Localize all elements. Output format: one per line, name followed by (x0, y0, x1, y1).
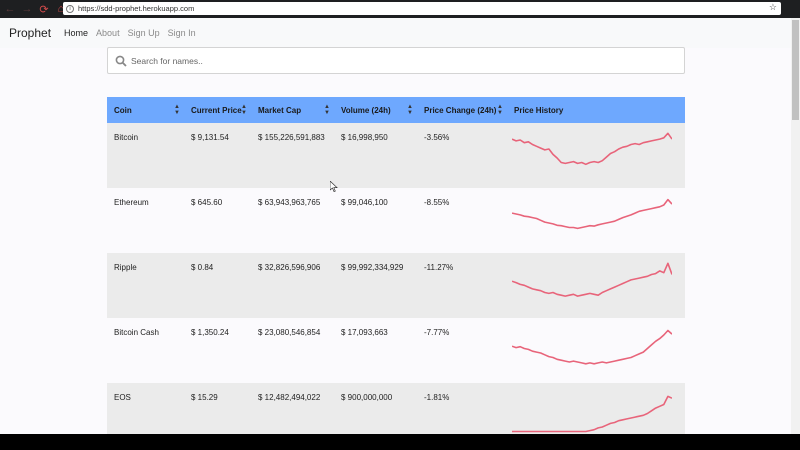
sparkline-path (512, 262, 672, 297)
current-price: $ 645.60 (191, 198, 223, 207)
header-price-change[interactable]: Price Change (24h) ▲ ▼ (417, 97, 507, 123)
table-row[interactable]: Ripple $ 0.84 $ 32,826,596,906 $ 99,992,… (107, 253, 685, 318)
taskbar (0, 434, 800, 450)
table-row[interactable]: Bitcoin $ 9,131.54 $ 155,226,591,883 $ 1… (107, 123, 685, 188)
table-row[interactable]: EOS $ 15.29 $ 12,482,494,022 $ 900,000,0… (107, 383, 685, 434)
header-label: Market Cap (258, 105, 302, 115)
header-volume[interactable]: Volume (24h) ▲ ▼ (334, 97, 417, 123)
search-box (107, 47, 685, 74)
nav-home[interactable]: Home (64, 28, 88, 38)
header-current-price[interactable]: Current Price ▲ ▼ (184, 97, 251, 123)
sort-icon[interactable]: ▲ ▼ (497, 104, 503, 116)
bookmark-star-icon[interactable]: ☆ (769, 2, 777, 13)
header-label: Current Price (191, 105, 242, 115)
header-market-cap[interactable]: Market Cap ▲ ▼ (251, 97, 334, 123)
coin-name: Bitcoin Cash (114, 328, 159, 337)
nav-sign-up[interactable]: Sign Up (128, 28, 160, 38)
page-viewport: Prophet Home About Sign Up Sign In Coin ▲… (0, 18, 791, 434)
navbar: Prophet Home About Sign Up Sign In (0, 18, 791, 48)
price-change: -8.55% (424, 198, 450, 207)
table-row[interactable]: Ethereum $ 645.60 $ 63,943,963,765 $ 99,… (107, 188, 685, 253)
current-price: $ 1,350.24 (191, 328, 229, 337)
header-label: Volume (24h) (341, 105, 391, 115)
search-input[interactable] (131, 55, 631, 66)
volume: $ 99,046,100 (341, 198, 388, 207)
table-row[interactable]: Bitcoin Cash $ 1,350.24 $ 23,080,546,854… (107, 318, 685, 383)
info-icon[interactable]: i (66, 4, 74, 13)
header-label: Price History (514, 105, 564, 115)
price-history-sparkline (512, 395, 672, 433)
table-header: Coin ▲ ▼ Current Price ▲ ▼ Market Cap ▲ ▼ Volu… (107, 97, 685, 123)
price-history-sparkline (512, 132, 672, 166)
coin-name: Bitcoin (114, 133, 139, 142)
url-text: https://sdd-prophet.herokuapp.com (78, 4, 195, 13)
scrollbar-thumb[interactable] (792, 20, 799, 120)
coin-name: Ripple (114, 263, 137, 272)
sort-icon[interactable]: ▲ ▼ (324, 104, 330, 116)
current-price: $ 9,131.54 (191, 133, 229, 142)
volume: $ 17,093,663 (341, 328, 388, 337)
sparkline-path (512, 329, 672, 365)
market-cap: $ 12,482,494,022 (258, 393, 321, 402)
market-cap: $ 23,080,546,854 (258, 328, 321, 337)
coin-name: EOS (114, 393, 131, 402)
back-icon[interactable]: ← (3, 2, 17, 16)
price-history-sparkline (512, 329, 672, 365)
market-cap: $ 32,826,596,906 (258, 263, 321, 272)
nav-about[interactable]: About (96, 28, 120, 38)
sparkline-path (512, 132, 672, 166)
page-scrollbar[interactable] (791, 18, 800, 434)
sort-icon[interactable]: ▲ ▼ (407, 104, 413, 116)
browser-toolbar: ← → ⟳ ⌂ i https://sdd-prophet.herokuapp.… (0, 0, 800, 18)
price-change: -1.81% (424, 393, 450, 402)
search-icon (111, 55, 131, 67)
volume: $ 16,998,950 (341, 133, 388, 142)
price-change: -7.77% (424, 328, 450, 337)
header-label: Price Change (24h) (424, 105, 497, 115)
header-coin[interactable]: Coin ▲ ▼ (107, 97, 184, 123)
coin-table: Coin ▲ ▼ Current Price ▲ ▼ Market Cap ▲ ▼ Volu… (107, 97, 685, 434)
current-price: $ 0.84 (191, 263, 214, 272)
price-change: -11.27% (424, 263, 454, 272)
sparkline-path (512, 395, 672, 433)
sort-icon[interactable]: ▲ ▼ (241, 104, 247, 116)
forward-icon[interactable]: → (20, 2, 34, 16)
coin-name: Ethereum (114, 198, 149, 207)
price-history-sparkline (512, 262, 672, 297)
market-cap: $ 155,226,591,883 (258, 133, 325, 142)
address-bar[interactable]: i https://sdd-prophet.herokuapp.com ☆ (63, 2, 781, 15)
market-cap: $ 63,943,963,765 (258, 198, 321, 207)
current-price: $ 15.29 (191, 393, 218, 402)
header-label: Coin (114, 105, 132, 115)
nav-sign-in[interactable]: Sign In (168, 28, 196, 38)
brand-logo[interactable]: Prophet (9, 26, 51, 40)
sort-icon[interactable]: ▲ ▼ (174, 104, 180, 116)
price-change: -3.56% (424, 133, 450, 142)
header-price-history: Price History (507, 97, 685, 123)
sparkline-path (512, 198, 672, 230)
reload-icon[interactable]: ⟳ (37, 2, 51, 16)
price-history-sparkline (512, 198, 672, 230)
volume: $ 900,000,000 (341, 393, 393, 402)
volume: $ 99,992,334,929 (341, 263, 404, 272)
